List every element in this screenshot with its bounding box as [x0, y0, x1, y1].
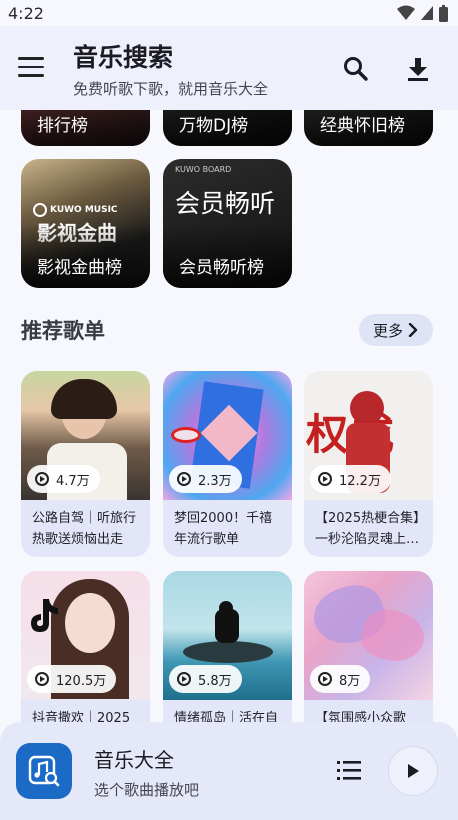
section-title: 推荐歌单 [21, 319, 105, 343]
playlist-name: 公路自驾｜听旅行热歌送烦恼出走 [32, 511, 137, 547]
cover-brand-text: KUWO MUSIC [50, 205, 118, 215]
search-button[interactable] [343, 56, 369, 82]
player-artwork [16, 743, 72, 799]
playlist-card[interactable]: 4.7万 公路自驾｜听旅行热歌送烦恼出走 [21, 371, 150, 557]
more-label: 更多 [373, 321, 404, 340]
rank-card-label: 会员畅听榜 [179, 258, 264, 278]
play-count: 4.7万 [56, 473, 90, 489]
play-count-badge: 2.3万 [169, 465, 242, 493]
play-circle-icon [318, 472, 332, 486]
menu-button[interactable] [18, 57, 44, 79]
kuwo-logo-icon [33, 203, 47, 217]
play-circle-icon [177, 672, 191, 686]
wifi-icon [397, 5, 415, 20]
rank-card-vip-list[interactable]: KUWO BOARD 会员畅听 会员畅听榜 [163, 159, 292, 288]
play-count-badge: 4.7万 [27, 465, 100, 493]
playlist-name: 梦回2000！千禧年流行歌单 [174, 511, 273, 547]
playlist-name: 【2025热梗合集】一秒沦陷灵魂上… [315, 511, 420, 547]
play-count: 12.2万 [339, 473, 381, 489]
main-content[interactable]: 排行榜 万物DJ榜 经典怀旧榜 KUWO MUSIC 影视金曲 影视金曲榜 KU… [0, 110, 458, 820]
download-icon [408, 58, 428, 81]
status-bar: 4:22 [0, 0, 458, 26]
rank-card-dj-list[interactable]: 万物DJ榜 [163, 110, 292, 146]
player-subtitle: 选个歌曲播放吧 [94, 781, 200, 799]
rank-card-classic-list[interactable]: 经典怀旧榜 [304, 110, 433, 146]
page-subtitle: 免费听歌下歌，就用音乐大全 [73, 80, 269, 98]
rank-card-top-list[interactable]: 排行榜 [21, 110, 150, 146]
play-icon [408, 764, 419, 778]
rank-card-film-list[interactable]: KUWO MUSIC 影视金曲 影视金曲榜 [21, 159, 150, 288]
battery-icon [439, 4, 448, 22]
more-button[interactable]: 更多 [359, 314, 433, 346]
play-circle-icon [177, 472, 191, 486]
play-count: 2.3万 [198, 473, 232, 489]
tiktok-logo-icon [31, 599, 58, 632]
play-count: 8万 [339, 673, 361, 689]
play-circle-icon [35, 672, 49, 686]
mini-player[interactable]: 音乐大全 选个歌曲播放吧 [0, 722, 458, 820]
play-count-badge: 120.5万 [27, 665, 117, 693]
music-search-icon [28, 755, 60, 787]
rank-card-label: 影视金曲榜 [37, 258, 122, 278]
player-title: 音乐大全 [94, 748, 174, 772]
play-button[interactable] [388, 746, 438, 796]
play-count: 5.8万 [198, 673, 232, 689]
signal-icon [421, 6, 433, 20]
queue-button[interactable] [337, 760, 363, 782]
status-time: 4:22 [8, 3, 44, 23]
play-count-badge: 5.8万 [169, 665, 242, 693]
app-bar: 音乐搜索 免费听歌下歌，就用音乐大全 [0, 26, 458, 110]
playlist-card[interactable]: 权戒 12.2万 【2025热梗合集】一秒沦陷灵魂上… [304, 371, 433, 557]
status-icons [397, 4, 448, 22]
cover-brand-text: KUWO BOARD [175, 165, 232, 174]
play-count: 120.5万 [56, 673, 107, 689]
play-circle-icon [35, 472, 49, 486]
rank-card-label: 排行榜 [37, 116, 88, 136]
play-circle-icon [318, 672, 332, 686]
queue-list-icon [337, 761, 361, 780]
menu-icon [18, 57, 44, 60]
rank-card-label: 万物DJ榜 [179, 116, 249, 136]
playlist-card[interactable]: 2.3万 梦回2000！千禧年流行歌单 [163, 371, 292, 557]
page-title: 音乐搜索 [73, 43, 174, 72]
rank-card-label: 经典怀旧榜 [320, 116, 405, 136]
chevron-right-icon [408, 323, 418, 337]
play-count-badge: 8万 [310, 665, 371, 693]
download-button[interactable] [405, 56, 431, 82]
play-count-badge: 12.2万 [310, 465, 391, 493]
search-icon [344, 57, 368, 81]
cover-title-text: 会员畅听 [175, 189, 276, 218]
